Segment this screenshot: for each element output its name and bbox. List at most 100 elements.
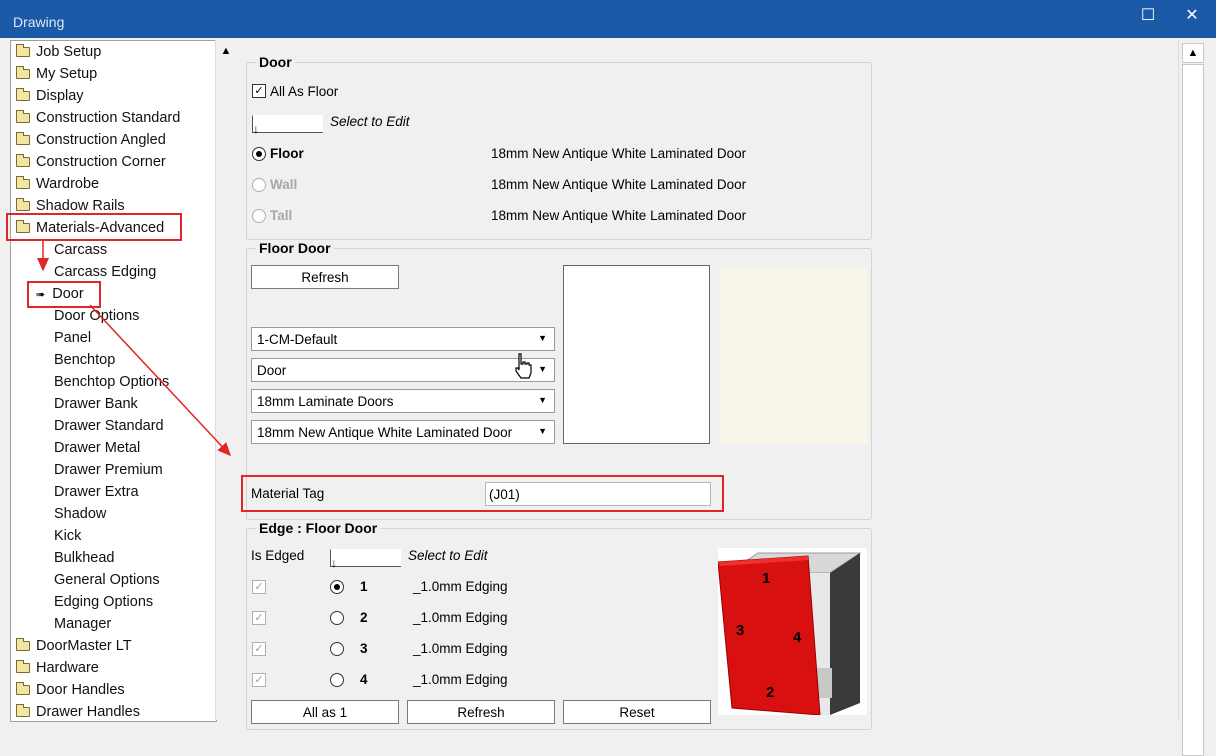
folder-icon (16, 176, 30, 189)
edge-group-title: Edge : Floor Door (256, 520, 381, 536)
edge-select-to-edit-marker[interactable] (330, 549, 401, 567)
edge-2-number: 2 (360, 610, 368, 625)
tall-material: 18mm New Antique White Laminated Door (491, 208, 747, 223)
tree-item-construction-corner[interactable]: Construction Corner (16, 151, 166, 173)
floor-label: Floor (270, 146, 304, 161)
tree-item-manager[interactable]: Manager (54, 613, 111, 635)
tree-item-drawer-bank[interactable]: Drawer Bank (54, 393, 138, 415)
edge-label-2: 2 (766, 684, 775, 701)
dropdown-arrow-icon: ▼ (538, 333, 547, 343)
tree-item-construction-angled[interactable]: Construction Angled (16, 129, 166, 151)
annotation-box-material-tag (241, 475, 724, 512)
edge-3-checkbox[interactable]: ✓ (252, 642, 266, 656)
wall-material: 18mm New Antique White Laminated Door (491, 177, 747, 192)
folder-icon (16, 110, 30, 123)
refresh-button[interactable]: Refresh (251, 265, 399, 289)
tree-item-door-options[interactable]: Door Options (54, 305, 139, 327)
all-as-floor-checkbox[interactable]: ✓ (252, 84, 266, 98)
tree-scrollbar[interactable]: ▲ (215, 40, 236, 720)
tree-item-carcass-edging[interactable]: Carcass Edging (54, 261, 156, 283)
edge-2-checkbox[interactable]: ✓ (252, 611, 266, 625)
tree-item-general-options[interactable]: General Options (54, 569, 160, 591)
edge-4-number: 4 (360, 672, 368, 687)
material-combo[interactable]: 18mm New Antique White Laminated Door ▼ (251, 420, 555, 444)
hand-cursor-icon (515, 353, 532, 379)
folder-icon (16, 638, 30, 651)
tall-radio[interactable] (252, 209, 266, 223)
scroll-up-icon[interactable]: ▲ (1182, 43, 1204, 63)
tree-item-carcass[interactable]: Carcass (54, 239, 107, 261)
tall-label: Tall (270, 208, 293, 223)
category-combo[interactable]: 18mm Laminate Doors ▼ (251, 389, 555, 413)
tree-item-bulkhead[interactable]: Bulkhead (54, 547, 114, 569)
tree-item-drawer-standard[interactable]: Drawer Standard (54, 415, 164, 437)
dropdown-arrow-icon: ▼ (538, 364, 547, 374)
floor-radio[interactable] (252, 147, 266, 161)
page-scrollbar[interactable]: ▲ (1178, 40, 1205, 756)
settings-tree[interactable]: Job Setup My Setup Display Construction … (10, 40, 217, 722)
all-as-floor-label: All As Floor (270, 84, 339, 99)
edge-preview: 1 2 3 4 (718, 548, 867, 715)
tree-item-display[interactable]: Display (16, 85, 84, 107)
tree-item-door-handles[interactable]: Door Handles (16, 679, 125, 701)
tree-item-edging-options[interactable]: Edging Options (54, 591, 153, 613)
edge-1-radio[interactable] (330, 580, 344, 594)
maximize-icon[interactable]: ☐ (1136, 6, 1160, 26)
tree-item-shadow[interactable]: Shadow (54, 503, 106, 525)
edge-3-radio[interactable] (330, 642, 344, 656)
edge-3-material: _1.0mm Edging (413, 641, 508, 656)
all-as-1-button[interactable]: All as 1 (251, 700, 399, 724)
edge-refresh-button[interactable]: Refresh (407, 700, 555, 724)
edge-label-3: 3 (736, 622, 745, 639)
arrow-down-icon: ↓ (253, 122, 259, 136)
edge-2-material: _1.0mm Edging (413, 610, 508, 625)
tree-item-drawer-handles[interactable]: Drawer Handles (16, 701, 140, 721)
edge-label-4: 4 (793, 629, 802, 646)
tree-item-benchtop-options[interactable]: Benchtop Options (54, 371, 169, 393)
tree-item-drawer-metal[interactable]: Drawer Metal (54, 437, 140, 459)
floor-material: 18mm New Antique White Laminated Door (491, 146, 747, 161)
tree-item-drawer-premium[interactable]: Drawer Premium (54, 459, 163, 481)
wall-radio[interactable] (252, 178, 266, 192)
title-bar: Drawing ☐ ✕ (0, 0, 1216, 38)
tree-item-wardrobe[interactable]: Wardrobe (16, 173, 99, 195)
scroll-up-icon[interactable]: ▲ (216, 42, 236, 60)
select-to-edit-label: Select to Edit (330, 114, 410, 129)
folder-icon (16, 66, 30, 79)
window-title: Drawing (13, 14, 65, 30)
reset-button[interactable]: Reset (563, 700, 711, 724)
floor-door-group-title: Floor Door (256, 240, 334, 256)
folder-icon (16, 660, 30, 673)
edge-select-to-edit-label: Select to Edit (408, 548, 488, 563)
annotation-box-materials-advanced (6, 213, 182, 241)
annotation-box-door (27, 281, 101, 308)
arrow-down-icon: ↓ (331, 556, 337, 570)
edge-4-checkbox[interactable]: ✓ (252, 673, 266, 687)
edge-4-radio[interactable] (330, 673, 344, 687)
tree-item-construction-standard[interactable]: Construction Standard (16, 107, 180, 129)
edge-label-1: 1 (762, 570, 771, 587)
edge-1-checkbox[interactable]: ✓ (252, 580, 266, 594)
folder-icon (16, 132, 30, 145)
select-to-edit-marker[interactable] (252, 115, 323, 133)
edge-4-material: _1.0mm Edging (413, 672, 508, 687)
edge-1-material: _1.0mm Edging (413, 579, 508, 594)
job-combo[interactable]: 1-CM-Default ▼ (251, 327, 555, 351)
material-preview (563, 265, 710, 444)
close-icon[interactable]: ✕ (1180, 6, 1204, 26)
tree-item-kick[interactable]: Kick (54, 525, 81, 547)
tree-item-drawer-extra[interactable]: Drawer Extra (54, 481, 139, 503)
folder-icon (16, 198, 30, 211)
tree-item-job-setup[interactable]: Job Setup (16, 41, 101, 63)
tree-item-benchtop[interactable]: Benchtop (54, 349, 115, 371)
tree-item-hardware[interactable]: Hardware (16, 657, 99, 679)
scroll-thumb[interactable] (1182, 64, 1204, 756)
dropdown-arrow-icon: ▼ (538, 426, 547, 436)
dropdown-arrow-icon: ▼ (538, 395, 547, 405)
tree-item-my-setup[interactable]: My Setup (16, 63, 97, 85)
type-combo[interactable]: Door ▼ (251, 358, 555, 382)
tree-item-doormaster-lt[interactable]: DoorMaster LT (16, 635, 132, 657)
tree-item-panel[interactable]: Panel (54, 327, 91, 349)
folder-icon (16, 44, 30, 57)
edge-2-radio[interactable] (330, 611, 344, 625)
